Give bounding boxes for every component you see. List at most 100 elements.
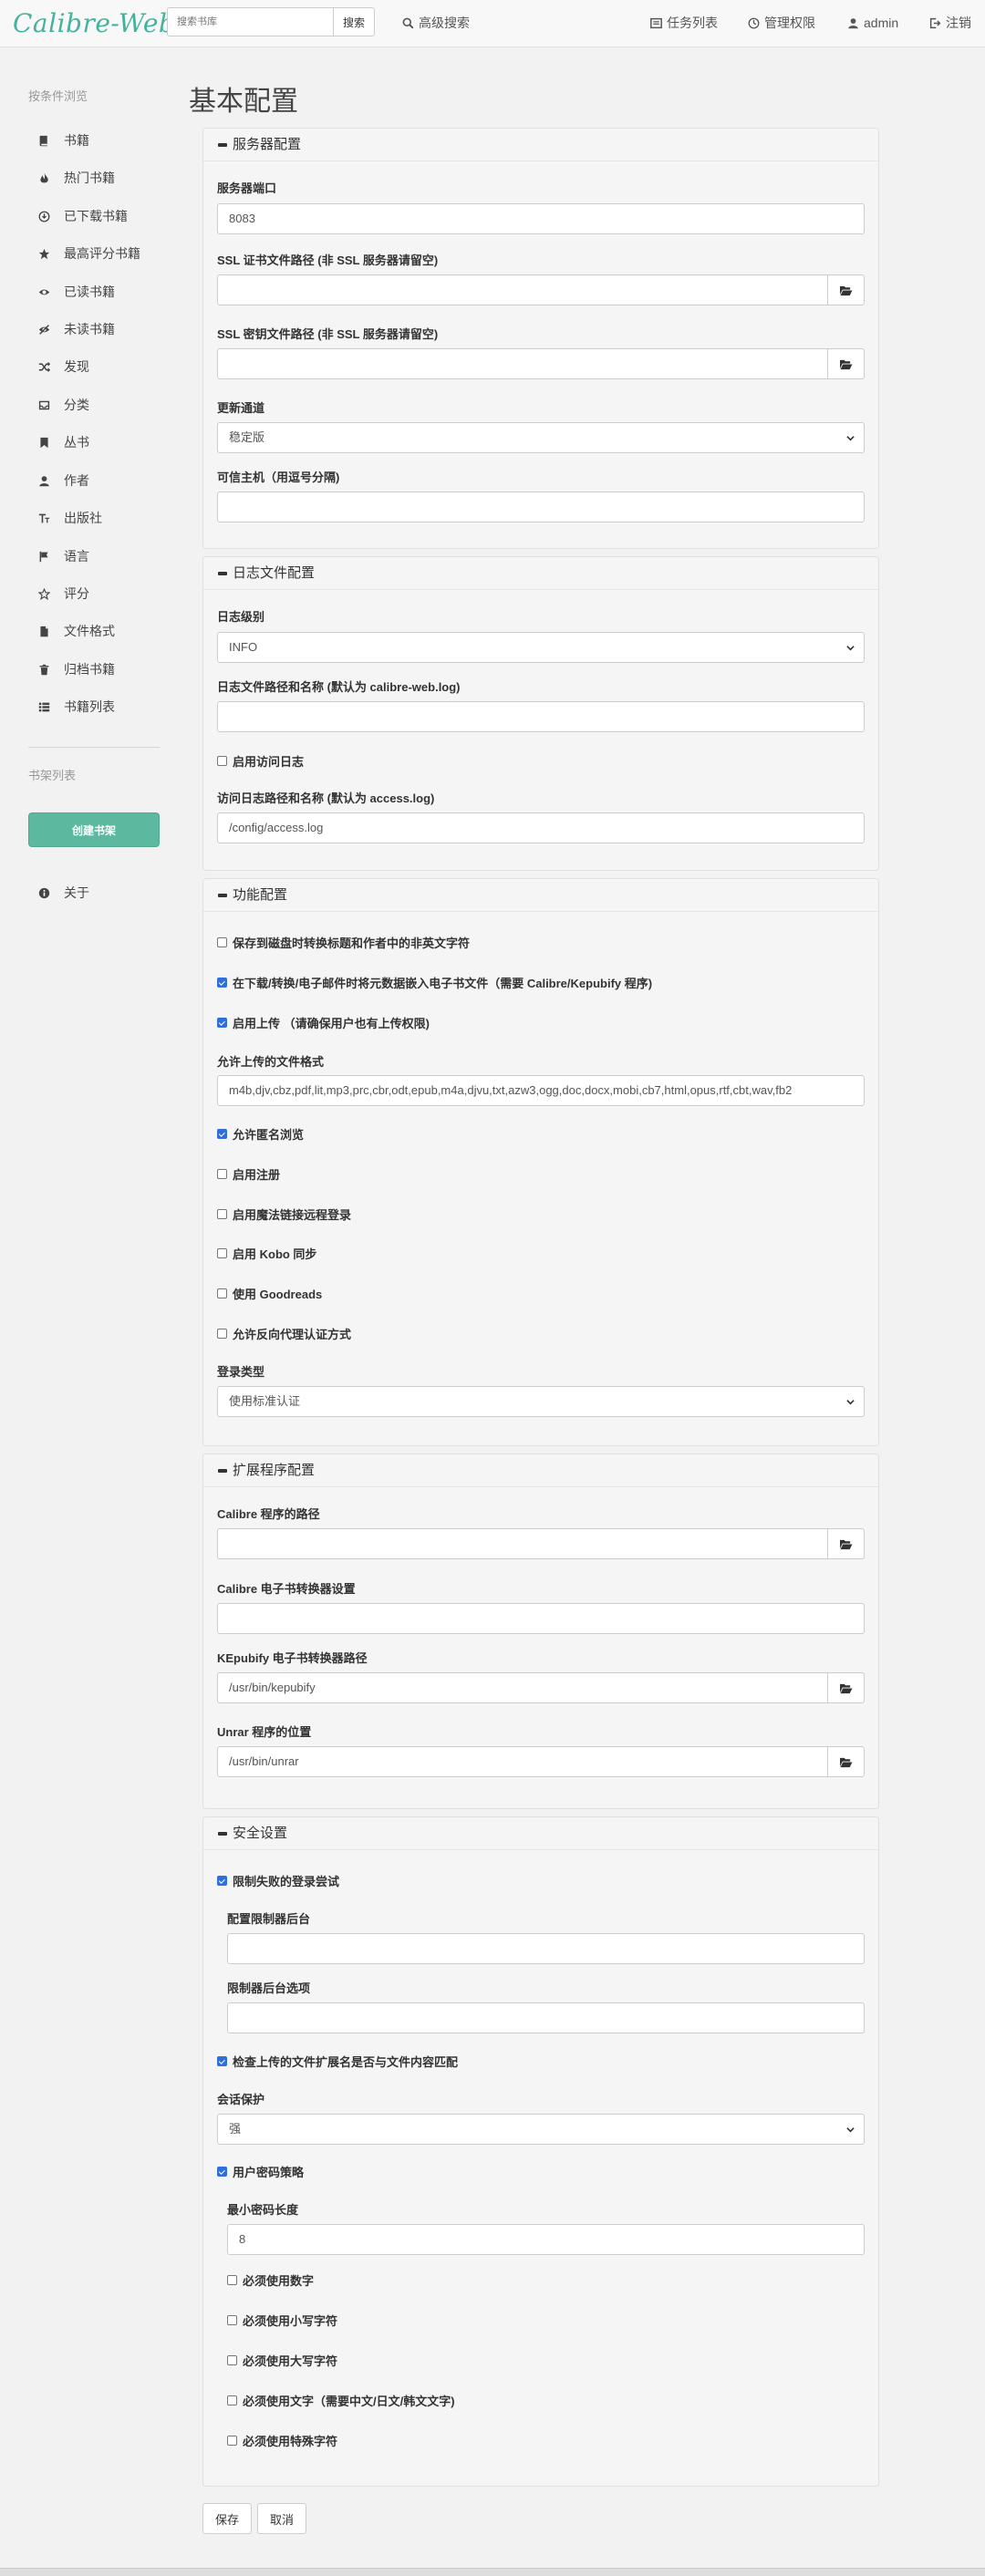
folder-open-icon: [840, 1683, 853, 1693]
sidebar-item-authors[interactable]: 作者: [36, 470, 89, 491]
checkbox-unchecked: [227, 2355, 237, 2365]
info-icon: [36, 885, 51, 900]
calibre-path-input[interactable]: [217, 1528, 828, 1559]
calibre-path-browse-button[interactable]: [827, 1528, 865, 1559]
chevron-down-icon: [846, 646, 855, 651]
magic-link-checkbox[interactable]: 启用魔法链接远程登录: [217, 1205, 351, 1223]
server-config-panel: 服务器配置 服务器端口 8083 SSL 证书文件路径 (非 SSL 服务器请留…: [202, 128, 879, 549]
sidebar-item-books[interactable]: 书籍: [36, 129, 89, 151]
cancel-button[interactable]: 取消: [257, 2503, 306, 2534]
checkbox-checked: [217, 1129, 227, 1139]
sidebar-item-hot[interactable]: 热门书籍: [36, 167, 115, 189]
create-shelf-button[interactable]: 创建书架: [28, 812, 160, 847]
log-level-select[interactable]: INFO: [217, 632, 865, 663]
logging-panel-header[interactable]: 日志文件配置: [203, 557, 878, 590]
kepubify-browse-button[interactable]: [827, 1672, 865, 1703]
admin-link[interactable]: 管理权限: [748, 13, 815, 33]
security-panel-header[interactable]: 安全设置: [203, 1817, 878, 1850]
sidebar-item-read[interactable]: 已读书籍: [36, 281, 115, 303]
sidebar-item-about[interactable]: 关于: [36, 882, 89, 904]
checkbox-label: 必须使用大写字符: [243, 2354, 338, 2368]
upload-formats-input[interactable]: m4b,djv,cbz,pdf,lit,mp3,prc,cbr,odt,epub…: [217, 1075, 865, 1106]
access-log-checkbox[interactable]: 启用访问日志: [217, 752, 304, 770]
ssl-key-browse-button[interactable]: [827, 348, 865, 379]
checkbox-label: 启用注册: [233, 1168, 281, 1182]
advanced-search-link[interactable]: 高级搜索: [402, 13, 470, 33]
sidebar-item-formats[interactable]: 文件格式: [36, 620, 115, 642]
sidebar-item-series[interactable]: 丛书: [36, 431, 89, 453]
search-input[interactable]: [167, 7, 333, 36]
sidebar-item-label: 语言: [64, 549, 89, 564]
save-button[interactable]: 保存: [202, 2503, 252, 2534]
select-value: 稳定版: [229, 430, 265, 444]
logout-link[interactable]: 注销: [929, 13, 971, 33]
calibre-settings-input[interactable]: [217, 1603, 865, 1634]
sidebar-item-archived[interactable]: 归档书籍: [36, 658, 115, 680]
chevron-down-icon: [846, 1400, 855, 1405]
limit-login-checkbox[interactable]: 限制失败的登录尝试: [217, 1872, 339, 1889]
req-number-checkbox[interactable]: 必须使用数字: [227, 2271, 314, 2289]
password-policy-checkbox[interactable]: 用户密码策略: [217, 2163, 304, 2180]
sidebar-item-categories[interactable]: 分类: [36, 394, 89, 416]
goodreads-checkbox[interactable]: 使用 Goodreads: [217, 1285, 322, 1302]
limiter-backend-input[interactable]: [227, 1933, 865, 1964]
checkbox-unchecked: [227, 2315, 237, 2325]
session-select[interactable]: 强: [217, 2114, 865, 2145]
req-upper-checkbox[interactable]: 必须使用大写字符: [227, 2352, 337, 2369]
ssl-cert-browse-button[interactable]: [827, 274, 865, 305]
embed-metadata-checkbox[interactable]: 在下载/转换/电子邮件时将元数据嵌入电子书文件（需要 Calibre/Kepub…: [217, 974, 652, 991]
reverse-proxy-checkbox[interactable]: 允许反向代理认证方式: [217, 1325, 351, 1342]
checkbox-unchecked: [227, 2436, 237, 2446]
req-lower-checkbox[interactable]: 必须使用小写字符: [227, 2312, 337, 2329]
trusted-hosts-input[interactable]: [217, 491, 865, 522]
kobo-sync-checkbox[interactable]: 启用 Kobo 同步: [217, 1245, 316, 1262]
sidebar-item-publishers[interactable]: 出版社: [36, 507, 102, 529]
sidebar-item-ratings[interactable]: 评分: [36, 583, 89, 605]
sidebar-item-unread[interactable]: 未读书籍: [36, 318, 115, 340]
checkbox-label: 必须使用小写字符: [243, 2314, 338, 2328]
tasks-link[interactable]: 任务列表: [650, 13, 718, 33]
features-panel-header[interactable]: 功能配置: [203, 879, 878, 912]
search-button[interactable]: 搜索: [333, 7, 375, 36]
app-logo[interactable]: Calibre-Web: [13, 5, 175, 42]
req-letters-checkbox[interactable]: 必须使用文字（需要中文/日文/韩文文字): [227, 2392, 455, 2409]
sidebar-item-downloaded[interactable]: 已下载书籍: [36, 205, 128, 227]
folder-open-icon: [840, 1539, 853, 1549]
min-length-input[interactable]: 8: [227, 2224, 865, 2255]
public-reg-checkbox[interactable]: 启用注册: [217, 1165, 280, 1183]
unicode-filenames-checkbox[interactable]: 保存到磁盘时转换标题和作者中的非英文字符: [217, 934, 470, 951]
update-channel-select[interactable]: 稳定版: [217, 422, 865, 453]
anon-browse-checkbox[interactable]: 允许匿名浏览: [217, 1125, 304, 1143]
enable-uploads-checkbox[interactable]: 启用上传 （请确保用户也有上传权限): [217, 1014, 430, 1031]
ssl-cert-input[interactable]: [217, 274, 828, 305]
sidebar-item-book-list[interactable]: 书籍列表: [36, 696, 115, 718]
panel-title: 扩展程序配置: [233, 1462, 316, 1478]
login-type-select[interactable]: 使用标准认证: [217, 1386, 865, 1417]
check-extensions-checkbox[interactable]: 检查上传的文件扩展名是否与文件内容匹配: [217, 2053, 458, 2070]
unrar-input[interactable]: /usr/bin/unrar: [217, 1746, 828, 1777]
access-log-input[interactable]: /config/access.log: [217, 812, 865, 843]
unrar-browse-button[interactable]: [827, 1746, 865, 1777]
checkbox-label: 检查上传的文件扩展名是否与文件内容匹配: [233, 2055, 459, 2069]
logfile-input[interactable]: [217, 701, 865, 732]
fire-icon: [36, 171, 51, 185]
ssl-key-input[interactable]: [217, 348, 828, 379]
kepubify-label: KEpubify 电子书转换器路径: [217, 1651, 368, 1665]
sidebar-item-label: 归档书籍: [64, 662, 115, 677]
sidebar-item-label: 丛书: [64, 435, 89, 450]
tasks-icon: [650, 17, 662, 28]
checkbox-unchecked: [217, 1288, 227, 1298]
kepubify-input[interactable]: /usr/bin/kepubify: [217, 1672, 828, 1703]
server-panel-header[interactable]: 服务器配置: [203, 129, 878, 161]
sidebar-item-top-rated[interactable]: 最高评分书籍: [36, 243, 140, 264]
browse-header: 按条件浏览: [28, 89, 88, 103]
port-input[interactable]: 8083: [217, 203, 865, 234]
req-special-checkbox[interactable]: 必须使用特殊字符: [227, 2432, 337, 2449]
external-panel-header[interactable]: 扩展程序配置: [203, 1454, 878, 1487]
login-type-label: 登录类型: [217, 1365, 265, 1379]
user-link[interactable]: admin: [847, 13, 898, 33]
limiter-options-input[interactable]: [227, 2002, 865, 2033]
file-icon: [36, 624, 51, 638]
sidebar-item-languages[interactable]: 语言: [36, 545, 89, 567]
sidebar-item-discover[interactable]: 发现: [36, 356, 89, 378]
